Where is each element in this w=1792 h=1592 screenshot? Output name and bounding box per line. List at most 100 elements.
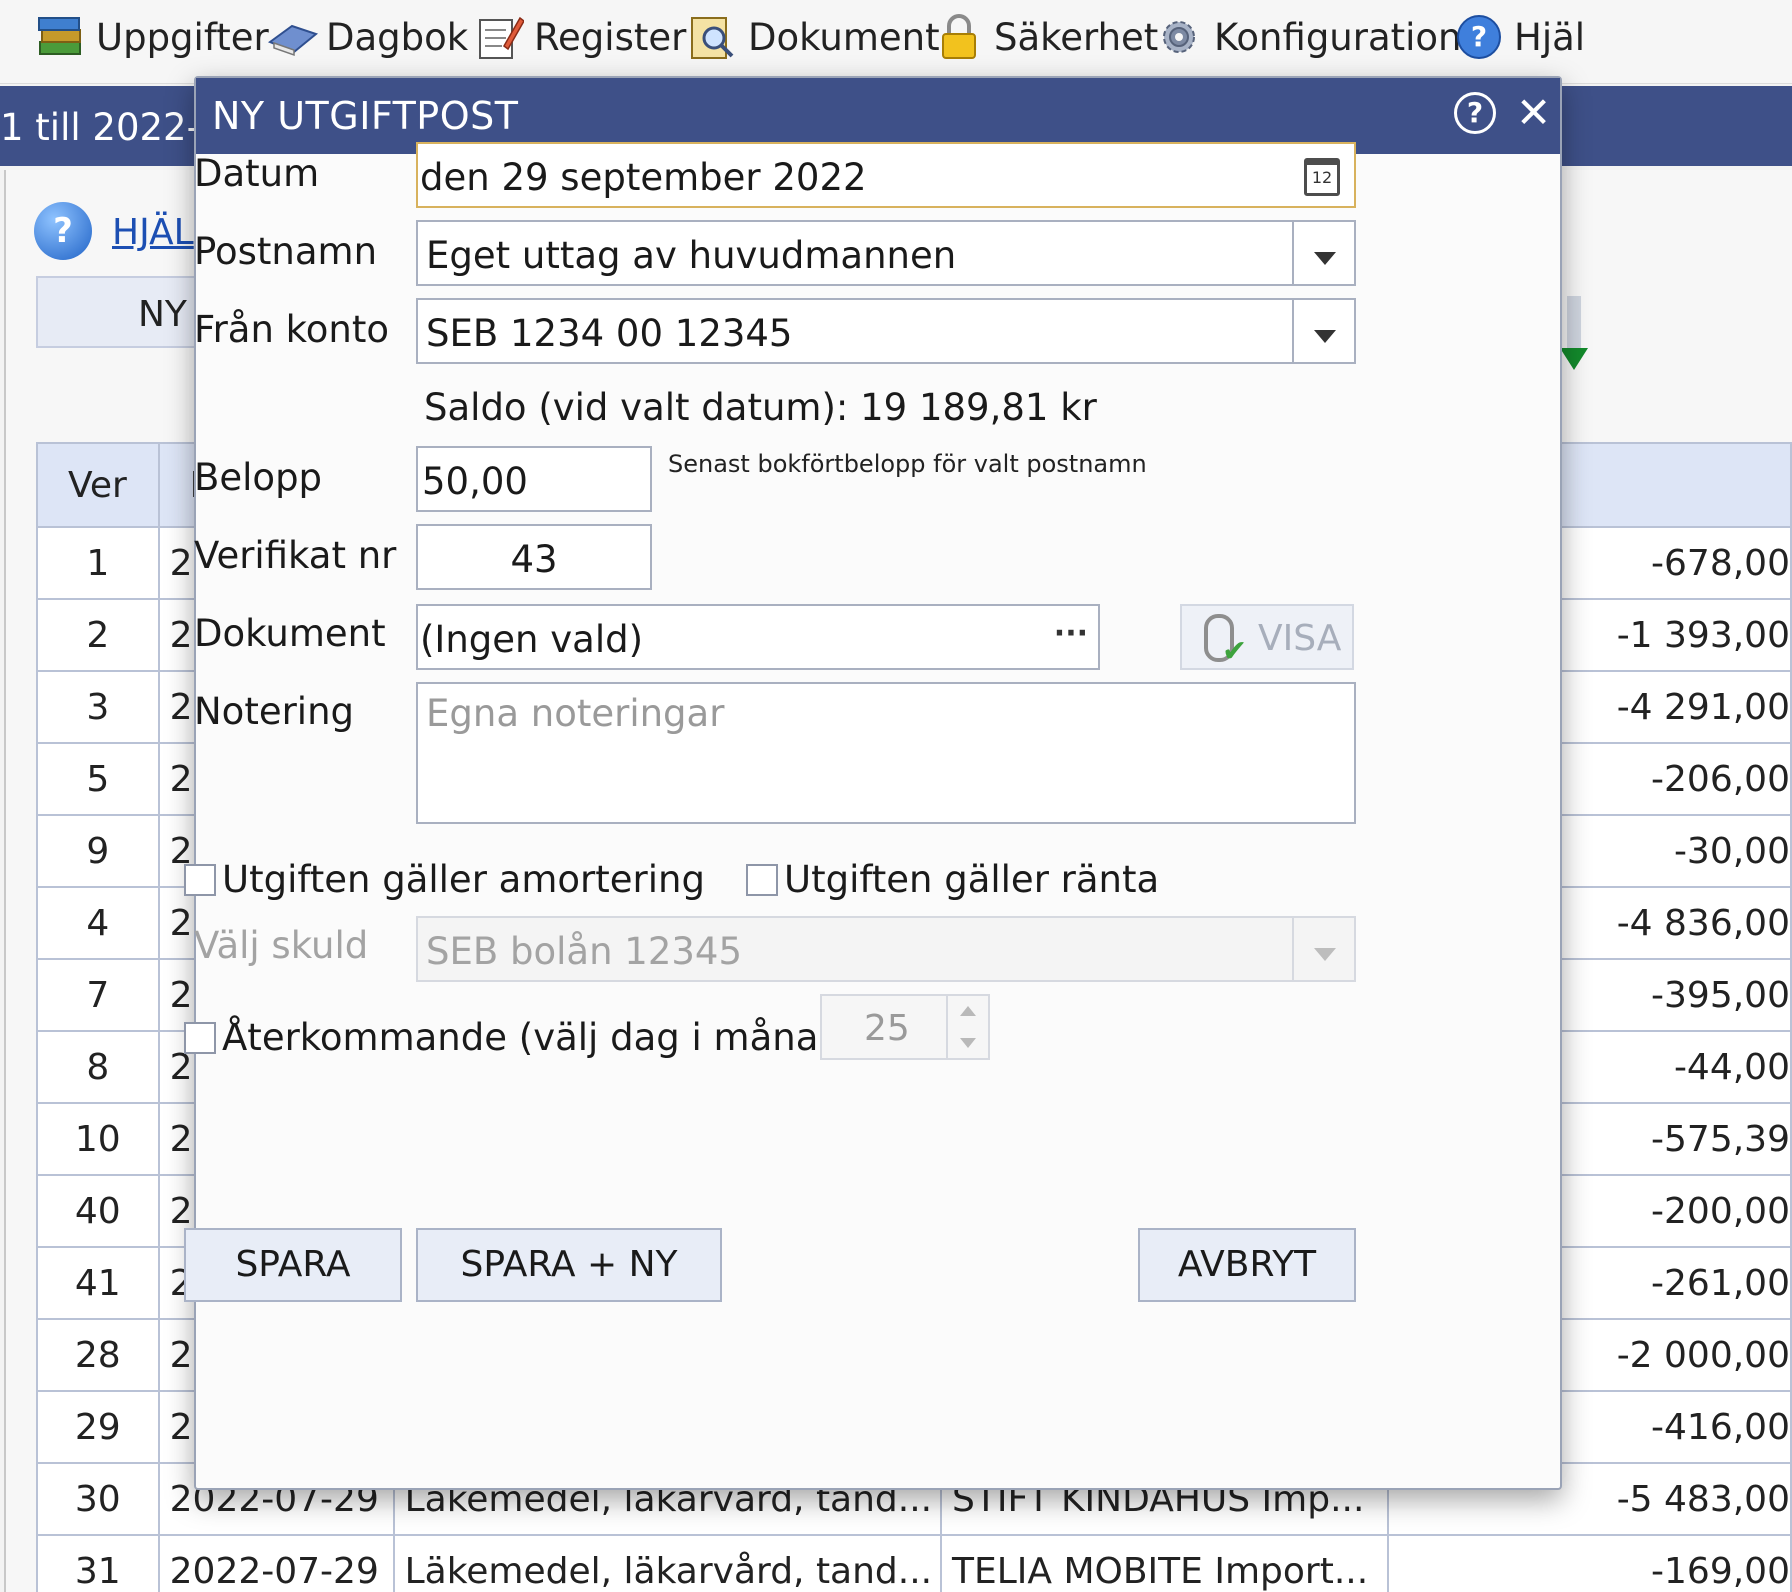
table-cell-ver: 30 (36, 1462, 160, 1536)
new-expense-button-label: NY (138, 294, 187, 335)
menu-dokument[interactable]: Dokument (688, 0, 940, 74)
senast-bokfort-note: Senast bokförtbelopp för valt postnamn (668, 450, 1147, 478)
verifikat-input[interactable]: 43 (416, 524, 652, 590)
menu-uppgifter[interactable]: Uppgifter (36, 0, 269, 74)
postnamn-dropdown[interactable]: Eget uttag av huvudmannen (416, 220, 1356, 286)
datum-field[interactable]: den 29 september 2022 12 (416, 142, 1356, 208)
dokument-value: (Ingen vald) (420, 618, 644, 661)
stepper-up-icon (960, 1006, 976, 1016)
menu-dagbok[interactable]: Dagbok (266, 0, 468, 74)
valj-skuld-dropdown: SEB bolån 12345 (416, 916, 1356, 982)
table-cell-ver: 5 (36, 742, 160, 816)
visa-button: ✔ VISA (1180, 604, 1354, 670)
table-cell-ver: 4 (36, 886, 160, 960)
visa-label: VISA (1258, 618, 1342, 659)
table-cell-ver: 10 (36, 1102, 160, 1176)
ranta-checkbox[interactable] (746, 864, 778, 896)
gear-icon (1154, 12, 1204, 62)
table-cell-ver: 31 (36, 1534, 160, 1592)
help-icon: ? (1454, 12, 1504, 62)
menu-label: Uppgifter (96, 15, 269, 59)
avbryt-button[interactable]: AVBRYT (1138, 1228, 1356, 1302)
fran-konto-value: SEB 1234 00 12345 (426, 312, 793, 355)
spara-button[interactable]: SPARA (184, 1228, 402, 1302)
aterkommande-checkbox[interactable] (184, 1022, 216, 1054)
download-arrow-icon[interactable] (1560, 348, 1588, 370)
document-search-icon (688, 12, 738, 62)
column-header-ver[interactable]: Ver (36, 442, 160, 528)
verifikat-label: Verifikat nr (194, 534, 397, 577)
notepad-icon (474, 12, 525, 62)
dokument-label: Dokument (194, 612, 386, 655)
aterkommande-label[interactable]: Återkommande (välj dag i månad) (222, 1016, 856, 1059)
browse-ellipsis-icon[interactable]: ··· (1054, 616, 1088, 651)
chevron-down-icon[interactable] (1292, 222, 1354, 284)
datum-label: Datum (194, 152, 320, 195)
menu-bar: Uppgifter Dagbok Register Dokument Säker… (0, 0, 1792, 84)
saldo-text: Saldo (vid valt datum): 19 189,81 kr (424, 386, 1097, 429)
belopp-value: 50,00 (422, 460, 528, 503)
notering-label: Notering (194, 690, 355, 733)
lock-icon (934, 12, 984, 62)
chevron-down-icon[interactable] (1292, 300, 1354, 362)
table-cell-ver: 1 (36, 526, 160, 600)
help-icon[interactable]: ? (34, 202, 92, 260)
aterkommande-day-value: 25 (864, 1008, 910, 1049)
amortering-label[interactable]: Utgiften gäller amortering (222, 858, 705, 901)
fran-konto-dropdown[interactable]: SEB 1234 00 12345 (416, 298, 1356, 364)
valj-skuld-value: SEB bolån 12345 (426, 930, 742, 973)
postnamn-value: Eget uttag av huvudmannen (426, 234, 957, 277)
book-icon (266, 12, 319, 62)
aterkommande-day-stepper: 25 (820, 994, 990, 1060)
valj-skuld-label: Välj skuld (194, 924, 369, 967)
dokument-field[interactable]: (Ingen vald) ··· (416, 604, 1100, 670)
datum-value: den 29 september 2022 (420, 156, 867, 199)
menu-label: Hjäl (1514, 15, 1586, 59)
menu-konfiguration[interactable]: Konfiguration (1154, 0, 1462, 74)
table-cell-ver: 28 (36, 1318, 160, 1392)
belopp-label: Belopp (194, 456, 323, 499)
table-cell-category: Läkemedel, läkarvård, tand... (392, 1534, 942, 1592)
books-icon (36, 12, 86, 62)
menu-label: Register (534, 15, 687, 59)
menu-label: Dokument (748, 15, 940, 59)
notering-textarea[interactable]: Egna noteringar (416, 682, 1356, 824)
svg-text:?: ? (1471, 20, 1487, 53)
table-cell-ver: 7 (36, 958, 160, 1032)
table-cell-ver: 29 (36, 1390, 160, 1464)
chevron-down-icon (1292, 918, 1354, 980)
calendar-icon[interactable]: 12 (1304, 158, 1340, 196)
new-expense-dialog: NY UTGIFTPOST ? ✕ Datum den 29 september… (184, 76, 1562, 1490)
table-cell-date: 2022-07-29 (157, 1534, 395, 1592)
help-link[interactable]: HJÄL (112, 212, 194, 253)
table-cell-ver: 9 (36, 814, 160, 888)
ranta-label[interactable]: Utgiften gäller ränta (784, 858, 1159, 901)
menu-label: Konfiguration (1214, 15, 1462, 59)
menu-sakerhet[interactable]: Säkerhet (934, 0, 1158, 74)
export-arrow-stem (1567, 296, 1581, 350)
menu-hjalp[interactable]: ? Hjäl (1454, 0, 1585, 74)
background-window-title: 1 till 2022-1 (0, 106, 224, 149)
menu-label: Säkerhet (994, 15, 1159, 59)
menu-register[interactable]: Register (474, 0, 686, 74)
notering-placeholder: Egna noteringar (426, 692, 725, 735)
stepper-down-icon (960, 1038, 976, 1048)
stepper-arrows (946, 996, 988, 1058)
checkmark-icon: ✔ (1222, 634, 1248, 669)
table-row[interactable]: 31 2022-07-29 Läkemedel, läkarvård, tand..… (36, 1534, 1792, 1592)
belopp-input[interactable]: 50,00 (416, 446, 652, 512)
postnamn-label: Postnamn (194, 230, 378, 273)
dialog-title: NY UTGIFTPOST (212, 94, 519, 138)
table-cell-ver: 2 (36, 598, 160, 672)
table-cell-ver: 8 (36, 1030, 160, 1104)
spara-ny-button[interactable]: SPARA + NY (416, 1228, 722, 1302)
table-cell-name: TELIA MOBITE Import... (939, 1534, 1389, 1592)
amortering-checkbox[interactable] (184, 864, 216, 896)
menu-label: Dagbok (326, 15, 469, 59)
table-cell-ver: 41 (36, 1246, 160, 1320)
dialog-help-icon[interactable]: ? (1454, 92, 1496, 134)
fran-konto-label: Från konto (194, 308, 390, 351)
close-icon[interactable]: ✕ (1516, 88, 1551, 137)
table-cell-amount: -169,00 (1386, 1534, 1792, 1592)
table-cell-ver: 3 (36, 670, 160, 744)
